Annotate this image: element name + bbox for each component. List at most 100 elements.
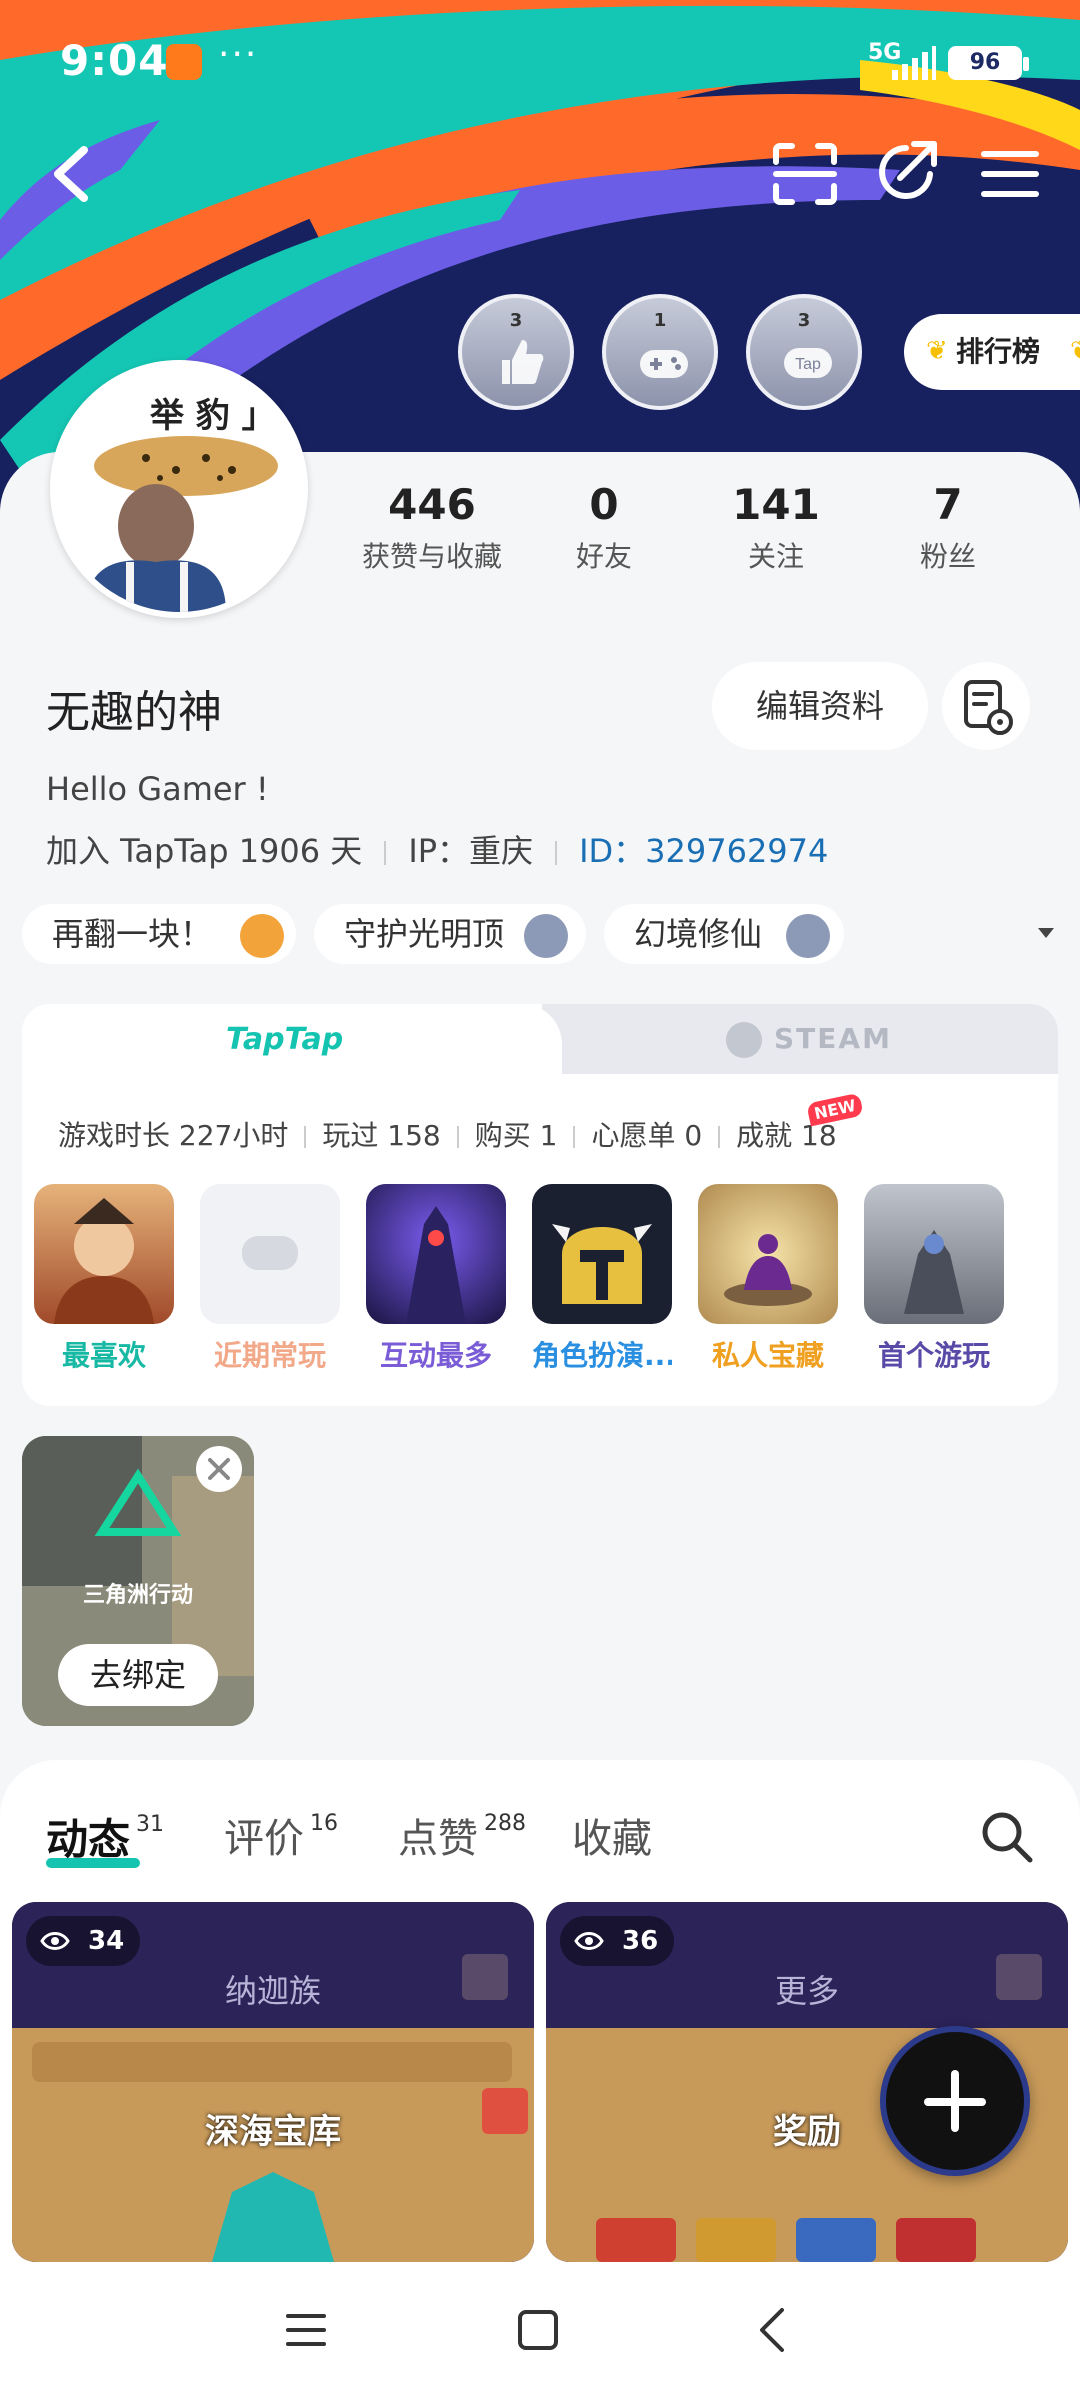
stat-label: 关注 xyxy=(747,540,804,573)
home-icon[interactable] xyxy=(518,2310,558,2350)
steam-icon xyxy=(726,1022,762,1058)
ranking-label: 排行榜 xyxy=(956,335,1041,368)
stat-value: 141 xyxy=(732,480,820,529)
game-tile-rpg[interactable]: 角色扮演... xyxy=(532,1184,672,1374)
search-icon[interactable] xyxy=(978,1808,1034,1864)
level-badge-icon xyxy=(524,914,568,958)
honor-tag-label: 幻境修仙 xyxy=(634,915,763,953)
tab-label: 点赞 xyxy=(398,1816,478,1862)
game-tile-label: 首个游玩 xyxy=(877,1339,990,1372)
game-icon xyxy=(532,1184,672,1324)
user-id[interactable]: ID：329762974 xyxy=(579,832,828,870)
tab-likes[interactable]: 点赞 288 xyxy=(398,1806,526,1864)
eye-icon xyxy=(40,1932,70,1950)
helmet-art xyxy=(552,1224,652,1304)
steam-label: STEAM xyxy=(774,1022,892,1055)
badge-games[interactable]: 1 xyxy=(602,294,718,410)
back-icon[interactable] xyxy=(46,142,94,206)
create-post-button[interactable] xyxy=(880,2026,1030,2176)
close-button[interactable] xyxy=(196,1446,242,1492)
honor-tags: 再翻一块！ 守护光明顶 幻境修仙 xyxy=(22,904,1062,964)
svg-text:Tap: Tap xyxy=(795,356,821,373)
knight-art xyxy=(904,1230,964,1314)
stat-likes[interactable]: 446 获赞与收藏 xyxy=(350,480,514,575)
bind-button[interactable]: 去绑定 xyxy=(58,1644,218,1706)
tap-icon: Tap xyxy=(784,348,832,378)
close-icon xyxy=(208,1458,230,1480)
game-tile-favorite[interactable]: 最喜欢 xyxy=(34,1184,174,1374)
game-panel: TapTap STEAM 游戏时长 227小时 玩过 158 购买 1 心愿单 0 成就… xyxy=(22,1004,1058,1406)
avatar[interactable]: 举 豹 」 xyxy=(50,360,308,618)
battery-indicator: 96 xyxy=(948,46,1029,80)
share-icon[interactable] xyxy=(874,138,940,204)
post-subtitle: 深海宝库 xyxy=(205,2112,341,2152)
purchased-count: 购买 1 xyxy=(474,1119,558,1152)
avatar-caption: 举 豹 」 xyxy=(150,396,276,436)
mage-art xyxy=(406,1206,466,1324)
game-tile-first[interactable]: 首个游玩 xyxy=(864,1184,1004,1374)
tab-count: 31 xyxy=(136,1812,165,1837)
stat-fans[interactable]: 7 粉丝 xyxy=(892,480,1004,575)
badge-count: 3 xyxy=(509,310,523,331)
game-icon xyxy=(864,1184,1004,1324)
badge-likes[interactable]: 3 xyxy=(458,294,574,410)
username: 无趣的神 xyxy=(46,687,222,738)
badge-tap[interactable]: 3 Tap xyxy=(746,294,862,410)
stat-value: 7 xyxy=(933,480,963,529)
stat-label: 好友 xyxy=(575,540,632,573)
bio: Hello Gamer ! xyxy=(46,770,269,808)
profile-screen: 9:04 ··· 5G 96 3 1 3 Tap ❦ 排行榜 举 豹 」 446… xyxy=(0,0,1080,2401)
tab-count: 16 xyxy=(310,1810,338,1836)
play-time: 游戏时长 227小时 xyxy=(58,1119,289,1152)
view-count: 34 xyxy=(26,1916,141,1966)
level-badge-icon xyxy=(240,914,284,958)
honor-tag[interactable]: 再翻一块！ xyxy=(22,904,296,964)
chevron-down-icon[interactable] xyxy=(1038,928,1054,938)
post-card[interactable]: 34 纳迦族 深海宝库 xyxy=(12,1902,534,2262)
join-days: 加入 TapTap 1906 天 xyxy=(46,832,363,870)
laurel-right-icon: ❦ xyxy=(1070,336,1080,366)
game-tile-label: 角色扮演... xyxy=(532,1339,672,1372)
laurel-left-icon: ❦ xyxy=(926,336,948,366)
system-back-icon[interactable] xyxy=(756,2306,788,2354)
game-tile-recent[interactable]: 近期常玩 xyxy=(200,1184,340,1374)
active-tab-indicator xyxy=(46,1858,140,1868)
view-count-value: 34 xyxy=(88,1926,125,1956)
game-icon xyxy=(34,1184,174,1324)
honor-tag[interactable]: 幻境修仙 xyxy=(604,904,844,964)
tab-reviews[interactable]: 评价 16 xyxy=(224,1806,338,1864)
profile-meta: 加入 TapTap 1906 天 IP：重庆 ID：329762974 xyxy=(46,826,828,872)
stat-following[interactable]: 141 关注 xyxy=(720,480,832,575)
status-time: 9:04 xyxy=(60,36,169,85)
game-stats[interactable]: 游戏时长 227小时 玩过 158 购买 1 心愿单 0 成就 18 xyxy=(58,1114,837,1154)
taptap-logo: TapTap xyxy=(226,1022,344,1057)
tab-favorites[interactable]: 收藏 xyxy=(572,1806,652,1864)
game-tile-label: 私人宝藏 xyxy=(711,1339,824,1372)
scan-icon[interactable] xyxy=(772,142,838,206)
tab-label: 收藏 xyxy=(572,1816,652,1862)
played-count: 玩过 158 xyxy=(322,1119,441,1152)
game-logo-text: 三角洲行动 xyxy=(83,1582,193,1607)
recent-apps-icon[interactable] xyxy=(286,2310,326,2350)
game-icon xyxy=(698,1184,838,1324)
stat-value: 446 xyxy=(388,480,476,529)
menu-icon[interactable] xyxy=(980,146,1040,202)
status-bar: 9:04 ··· 5G 96 xyxy=(0,0,1080,120)
edit-profile-button[interactable]: 编辑资料 xyxy=(712,662,928,750)
gamepad-placeholder-icon xyxy=(242,1236,298,1270)
post-title: 更多 xyxy=(774,1972,839,2010)
honor-tag[interactable]: 守护光明顶 xyxy=(314,904,586,964)
badge-count: 1 xyxy=(653,310,667,331)
post-title: 纳迦族 xyxy=(224,1972,321,2010)
game-tile-interactive[interactable]: 互动最多 xyxy=(366,1184,506,1374)
divider xyxy=(718,1126,721,1148)
ranking-button[interactable]: ❦ 排行榜 ❦ xyxy=(904,314,1080,390)
divider xyxy=(555,841,558,865)
profile-settings-button[interactable] xyxy=(942,662,1030,750)
game-tile-label: 近期常玩 xyxy=(213,1339,326,1372)
stat-friends[interactable]: 0 好友 xyxy=(548,480,660,575)
game-icon xyxy=(200,1184,340,1324)
honor-tag-label: 再翻一块！ xyxy=(52,915,213,953)
tab-label: 评价 xyxy=(224,1816,304,1862)
game-tile-treasure[interactable]: 私人宝藏 xyxy=(698,1184,838,1374)
